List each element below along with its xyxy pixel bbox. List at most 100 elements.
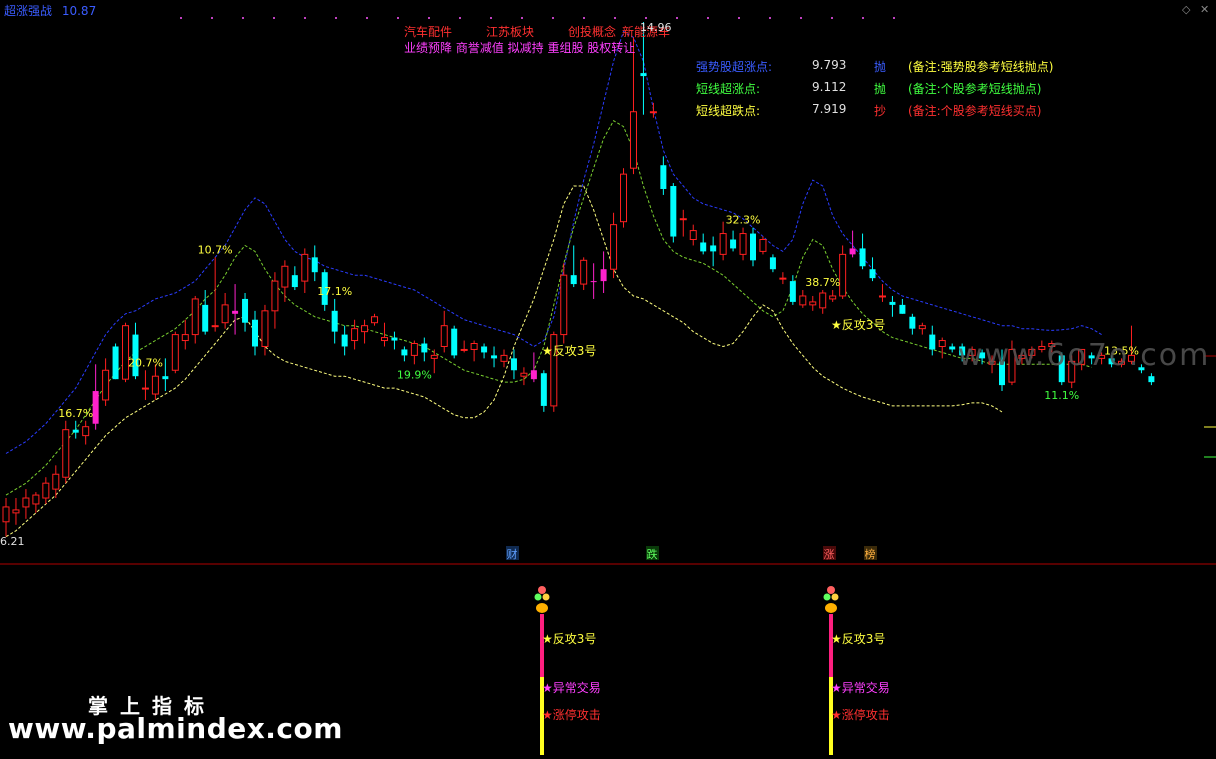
candle-body: [232, 310, 239, 314]
candle-body: [510, 358, 517, 371]
metric-value: 9.112: [812, 80, 847, 94]
metric-action: 抄: [874, 104, 887, 118]
candle-body: [271, 280, 279, 312]
top-dot-marker: [831, 17, 833, 19]
candle-body: [899, 304, 906, 314]
candle-body: [700, 242, 707, 252]
candle-body: [909, 316, 916, 329]
candle-body: [252, 319, 258, 347]
candle-body: [710, 245, 717, 252]
candle-body: [750, 233, 756, 261]
top-dot-marker: [490, 17, 492, 19]
candle-body: [481, 346, 488, 353]
metric-note: (备注:个股参考短线抛点): [908, 82, 1042, 96]
candle-body: [421, 343, 428, 353]
signal-ball: [831, 593, 839, 601]
candle-body: [878, 295, 886, 298]
top-dot-marker: [428, 17, 430, 19]
top-dot-marker: [583, 17, 585, 19]
metric-note: (备注:强势股参考短线抛点): [908, 60, 1054, 74]
candle-body: [769, 257, 776, 270]
candle-body: [451, 328, 458, 356]
candle-body: [460, 348, 468, 351]
indicator-value: 10.87: [61, 4, 97, 18]
top-dot-marker: [242, 17, 244, 19]
candle-body: [809, 301, 817, 306]
candle-body: [580, 259, 588, 285]
candle-body: [141, 387, 149, 390]
candle-body: [938, 340, 946, 347]
top-dot-marker: [769, 17, 771, 19]
metric-action: 抛: [874, 82, 887, 96]
candle-body: [122, 325, 130, 380]
metric-label: 强势股超涨点:: [696, 60, 773, 74]
concept-tag: 汽车配件: [404, 25, 453, 39]
fangong-signal: ★反攻3号: [831, 632, 885, 646]
limitup-signal: ★涨停攻击: [542, 707, 601, 722]
pct-label: 20.7%: [128, 356, 163, 369]
candle-body: [530, 370, 537, 380]
candle-body: [949, 346, 956, 350]
candle-body: [560, 274, 568, 336]
pct-label: 11.1%: [1044, 389, 1079, 402]
signal-ball: [827, 586, 835, 594]
marker-bang: 榜: [865, 547, 876, 561]
top-dot-marker: [893, 17, 895, 19]
indicator-header: 超涨强战 10.87: [4, 2, 102, 19]
mid-band-line: [5, 120, 1092, 496]
top-dot-marker: [645, 17, 647, 19]
candle-body: [112, 346, 119, 380]
top-dot-marker: [738, 17, 740, 19]
candle-body: [679, 218, 687, 221]
metric-action: 抛: [874, 60, 887, 74]
candle-body: [689, 230, 697, 241]
candle-body: [839, 253, 847, 297]
candle-body: [211, 325, 219, 328]
candle-body: [739, 233, 747, 255]
candle-body: [1148, 376, 1155, 383]
candle-body: [261, 310, 269, 347]
metric-value: 7.919: [812, 102, 847, 116]
pct-label: 32.3%: [726, 214, 761, 227]
candle-body: [242, 298, 249, 323]
fangong-signal: ★反攻3号: [542, 632, 596, 646]
signal-ball: [534, 593, 542, 601]
metric-value: 9.793: [812, 58, 847, 72]
concept-tag: 江苏板块: [486, 25, 535, 39]
candle-body: [341, 334, 348, 347]
fangong-signal-main: ★反攻3号: [831, 318, 885, 332]
candle-body: [221, 304, 229, 324]
candle-body: [640, 73, 647, 77]
close-icon[interactable]: ✕: [1200, 3, 1209, 16]
candle-body: [430, 354, 438, 359]
candle-body: [72, 429, 79, 433]
candle-body: [440, 325, 448, 347]
signal-ball: [823, 593, 831, 601]
top-dot-marker: [676, 17, 678, 19]
pct-label: 10.7%: [198, 243, 233, 256]
candle-body: [918, 325, 926, 330]
candle-body: [540, 373, 547, 406]
candle-body: [171, 334, 179, 371]
candle-body: [181, 334, 189, 342]
candle-body: [869, 269, 876, 279]
candle-body: [779, 277, 787, 280]
top-dot-marker: [707, 17, 709, 19]
candle-body: [620, 173, 628, 223]
marker-cai: 财: [507, 547, 518, 561]
top-dot-marker: [366, 17, 368, 19]
candle-body: [92, 391, 99, 424]
candle-body: [12, 509, 20, 514]
candle-body: [629, 111, 637, 169]
top-dot-marker: [552, 17, 554, 19]
candle-body: [929, 334, 936, 350]
candle-body: [730, 239, 737, 249]
top-dot-marker: [397, 17, 399, 19]
abnormal-signal: ★异常交易: [831, 680, 890, 695]
candle-body: [151, 375, 159, 395]
candle-body: [102, 369, 110, 401]
diamond-icon[interactable]: ◇: [1182, 3, 1190, 16]
pct-label: 16.7%: [58, 407, 93, 420]
fangong-signal-main: ★反攻3号: [542, 344, 596, 358]
signal-ball: [536, 603, 548, 613]
